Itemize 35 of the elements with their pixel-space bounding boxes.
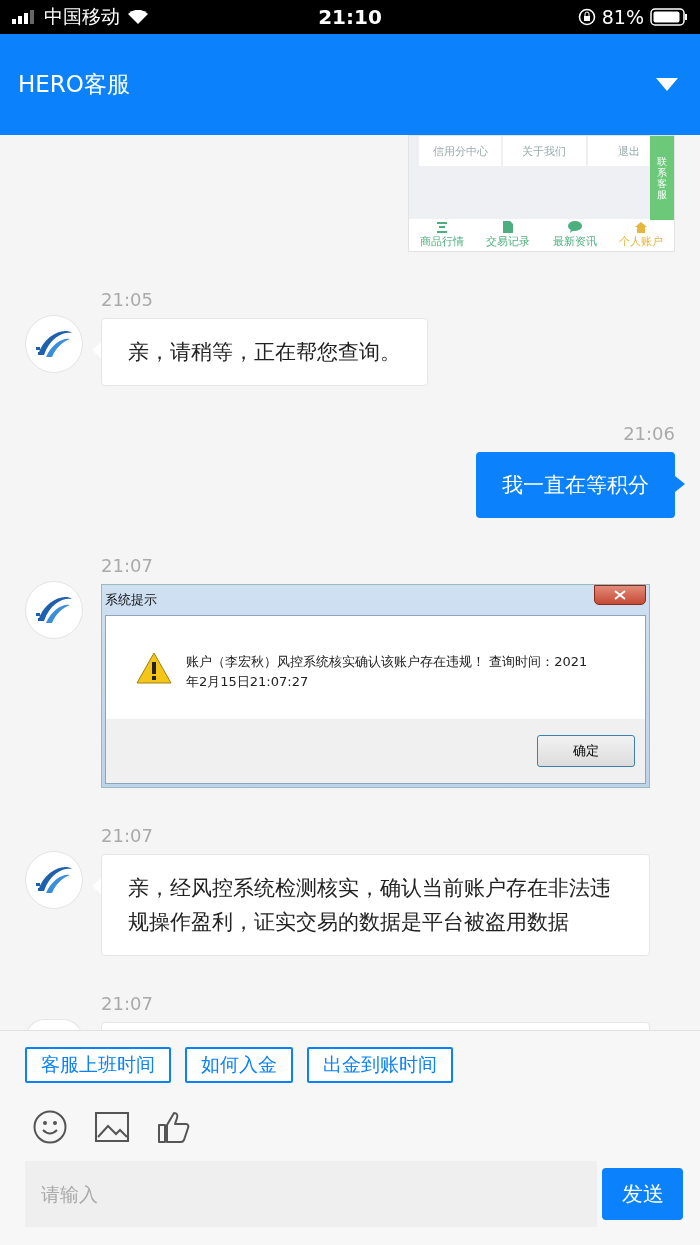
emoji-icon[interactable] (33, 1110, 67, 1144)
list-icon (436, 221, 449, 233)
quick-reply-button[interactable]: 客服上班时间 (25, 1047, 171, 1083)
signal-icon (12, 10, 36, 24)
close-icon (594, 585, 646, 605)
rotation-lock-icon (577, 8, 596, 26)
tab-item: 交易记录 (475, 219, 542, 251)
battery-percent: 81% (601, 6, 644, 28)
image-icon[interactable] (95, 1112, 129, 1142)
message-time: 21:06 (623, 422, 675, 446)
clock-time: 21:10 (318, 5, 382, 29)
ok-button[interactable]: 确定 (537, 735, 635, 767)
dialog-title: 系统提示 (105, 591, 157, 609)
quick-reply-button[interactable]: 出金到账时间 (307, 1047, 453, 1083)
tab-item: 最新资讯 (541, 219, 608, 251)
warning-icon (136, 652, 172, 684)
dialog-message: 账户（李宏秋）风控系统核实确认该账户存在违规！ 查询时间：2021年2月15日21:07:27 (186, 653, 589, 691)
send-button[interactable]: 发送 (602, 1168, 683, 1220)
chat-title: HERO客服 (18, 70, 130, 99)
dropdown-caret-icon[interactable] (656, 78, 678, 91)
message-time: 21:07 (101, 554, 153, 578)
carrier-name: 中国移动 (44, 4, 120, 29)
message-time: 21:07 (101, 992, 153, 1016)
chat-icon (567, 221, 582, 233)
thumbs-up-icon[interactable] (157, 1110, 191, 1144)
quick-reply-button[interactable]: 如何入金 (185, 1047, 293, 1083)
message-time: 21:07 (101, 824, 153, 848)
wifi-icon (128, 10, 148, 24)
battery-icon (650, 8, 688, 26)
house-icon (634, 221, 647, 233)
message-input-field[interactable]: 请输入 (25, 1161, 597, 1227)
tab-item: 个人账户 (607, 219, 674, 251)
document-icon (503, 221, 514, 233)
message-time: 21:05 (101, 288, 153, 312)
tab-item: 商品行情 (409, 219, 476, 251)
